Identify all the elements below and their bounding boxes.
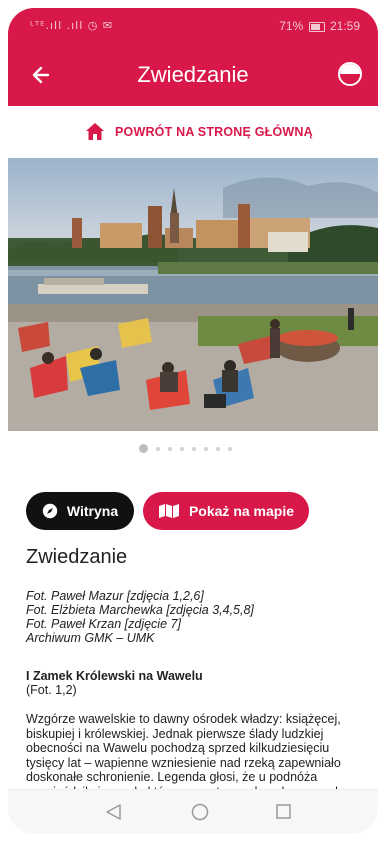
phone-screen: ᴸᵀᴱ.ıll .ıll ◷ ✉ 71% 21:59 Zwiedzanie PO… (8, 8, 378, 834)
website-button[interactable]: Witryna (26, 492, 134, 530)
section-subtitle: (Fot. 1,2) (26, 683, 77, 697)
carousel-dot[interactable] (204, 446, 208, 451)
home-link[interactable]: POWRÓT NA STRONĘ GŁÓWNĄ (85, 122, 313, 141)
show-on-map-label: Pokaż na mapie (188, 503, 295, 519)
photo-credits: Fot. Paweł Mazur [zdjęcia 1,2,6] Fot. El… (26, 589, 366, 645)
wawel-castle-photo (8, 158, 378, 431)
nav-back-icon[interactable] (106, 804, 121, 820)
home-link-bar: POWRÓT NA STRONĘ GŁÓWNĄ (8, 106, 378, 159)
nav-home-icon[interactable] (191, 803, 209, 821)
article-content: Zwiedzanie Fot. Paweł Mazur [zdjęcia 1,2… (26, 546, 366, 791)
carousel-dot[interactable] (216, 446, 220, 451)
carousel-dot[interactable] (180, 446, 184, 451)
carousel-dot[interactable] (156, 446, 160, 451)
section-title: I Zamek Królewski na Wawelu (26, 669, 203, 683)
app-bar: Zwiedzanie (8, 44, 378, 106)
home-icon (86, 123, 104, 140)
language-flag-button[interactable] (338, 62, 362, 86)
carousel-dot[interactable] (228, 446, 232, 451)
section-paragraph: Wzgórze wawelskie to dawny ośrodek władz… (26, 712, 341, 791)
status-bar: ᴸᵀᴱ.ıll .ıll ◷ ✉ 71% 21:59 (8, 8, 378, 44)
credit-line: Archiwum GMK – UMK (26, 631, 155, 645)
home-link-label: POWRÓT NA STRONĘ GŁÓWNĄ (115, 124, 313, 139)
polish-flag-icon (340, 64, 360, 74)
carousel-dot[interactable] (139, 444, 148, 453)
carousel-indicator (139, 444, 240, 453)
credit-line: Fot. Paweł Krzan [zdjęcie 7] (26, 617, 181, 631)
battery-percent: 71% (279, 19, 304, 33)
credit-line: Fot. Paweł Mazur [zdjęcia 1,2,6] (26, 589, 204, 603)
carousel-dot[interactable] (192, 446, 196, 451)
nav-buttons (106, 803, 291, 821)
signal-indicators: ᴸᵀᴱ.ıll .ıll ◷ ✉ (30, 19, 114, 32)
website-button-label: Witryna (66, 503, 119, 519)
map-icon (158, 504, 179, 518)
carousel-dot[interactable] (168, 446, 172, 451)
credit-line: Fot. Elżbieta Marchewka [zdjęcia 3,4,5,8… (26, 603, 254, 617)
article-heading: Zwiedzanie (26, 546, 128, 568)
compass-icon (42, 503, 58, 519)
nav-recent-icon[interactable] (276, 804, 291, 819)
show-on-map-button[interactable]: Pokaż na mapie (143, 492, 309, 530)
status-right: 71% 21:59 (279, 19, 360, 33)
gallery-image[interactable] (8, 158, 378, 431)
battery-icon (308, 21, 325, 32)
clock: 21:59 (329, 19, 360, 33)
page-title: Zwiedzanie (137, 62, 249, 87)
system-nav-bar (8, 789, 378, 834)
